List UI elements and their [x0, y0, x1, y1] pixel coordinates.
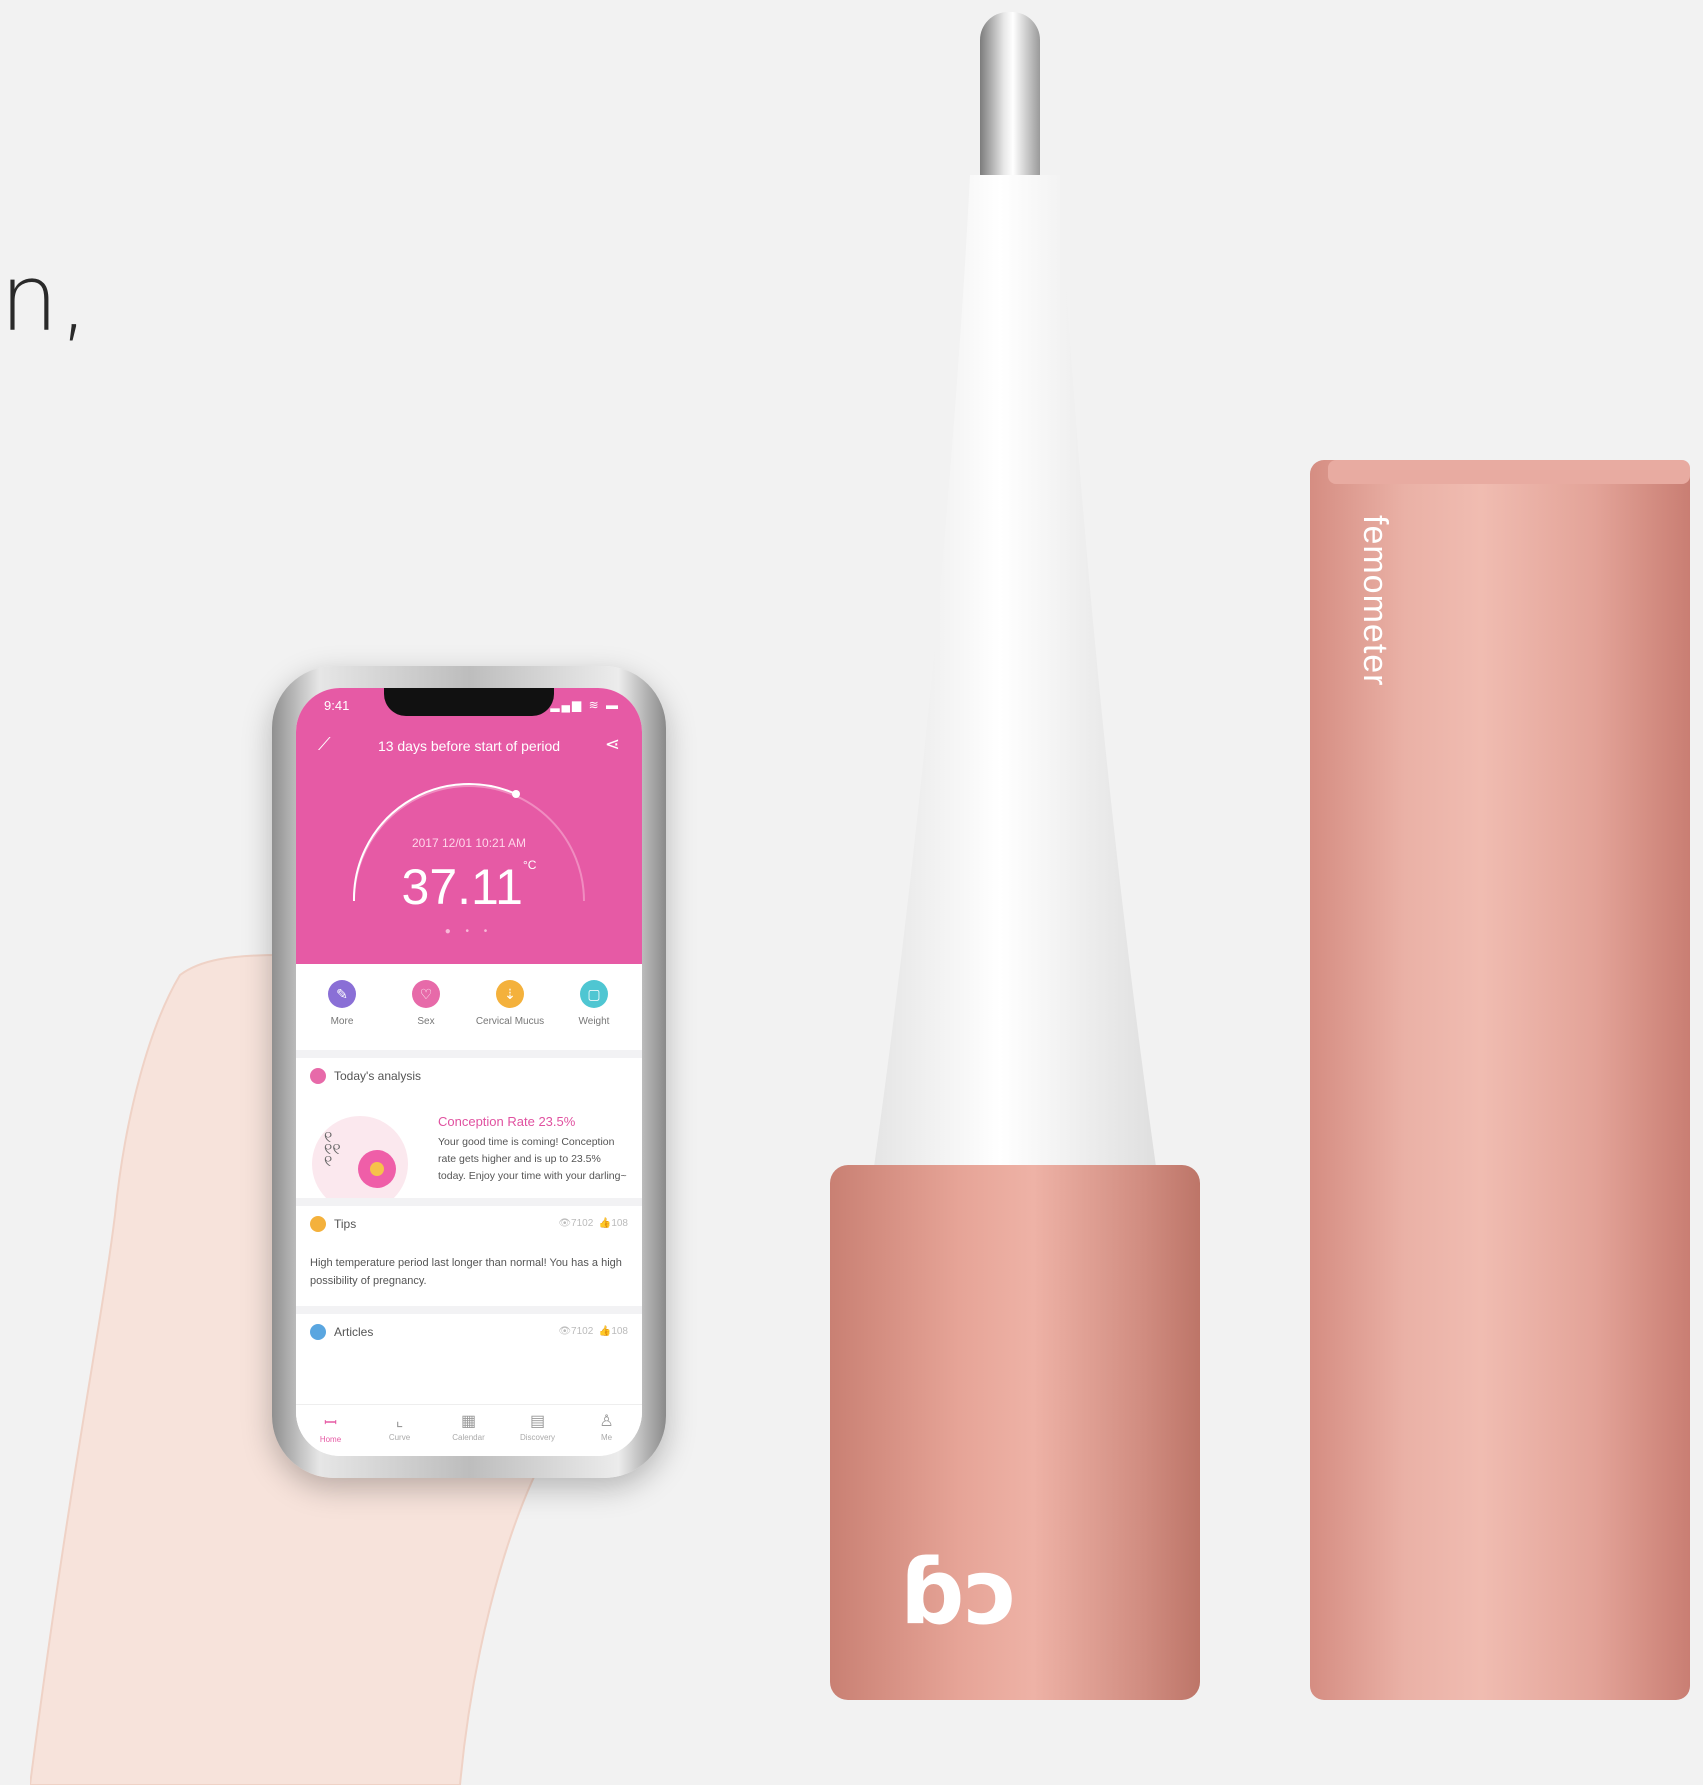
tab-label: Home [319, 1435, 342, 1444]
tips-icon [310, 1216, 326, 1232]
scale-icon: ▢ [580, 980, 608, 1008]
quick-action-label: Sex [417, 1016, 435, 1027]
measurement-datetime: 2017 12/01 10:21 AM [411, 836, 527, 850]
phone-notch [384, 688, 554, 716]
brand-wordmark: femometer [1356, 515, 1394, 687]
thermometer-metal-tip [980, 12, 1040, 182]
articles-heading-text: Articles [334, 1325, 374, 1339]
cropped-text-fragment: n, [0, 245, 90, 352]
quick-actions: ✎ More ♡ Sex ⇣ Cervical Mucus ▢ Weight [296, 964, 642, 1050]
tips-body: High temperature period last longer than… [310, 1257, 622, 1287]
thumb-icon: 👍 [598, 1218, 612, 1229]
status-time: 9:41 [324, 698, 350, 713]
articles-card[interactable]: Articles 👁7102 👍108 [296, 1306, 642, 1412]
note-icon: ✎ [328, 980, 356, 1008]
articles-heading: Articles [310, 1324, 373, 1340]
tips-card[interactable]: Tips 👁7102 👍108 High temperature period … [296, 1198, 642, 1314]
clock-icon [310, 1068, 326, 1084]
chart-icon: ⌞ [395, 1413, 404, 1430]
analysis-heading-text: Today's analysis [334, 1069, 421, 1083]
product-scene: n, 9:41 ▂▄▆ ≋ ▬ ⟋ 13 days before start o… [0, 0, 1703, 1785]
sperm-icon: ୧ ୧୧ ୧ [324, 1129, 341, 1170]
conception-rate-body: Your good time is coming! Conception rat… [438, 1136, 627, 1182]
tab-curve[interactable]: ⌞ Curve [365, 1411, 434, 1442]
tab-me[interactable]: ♙ Me [572, 1411, 641, 1442]
femometer-logo: ɓɔ [900, 1540, 1018, 1645]
articles-icon [310, 1324, 326, 1340]
quick-action-label: Cervical Mucus [475, 1016, 545, 1027]
calendar-icon: ▦ [460, 1413, 477, 1430]
tips-heading-text: Tips [334, 1217, 357, 1231]
tips-views: 7102 [571, 1218, 594, 1229]
articles-views: 7102 [571, 1326, 594, 1337]
quick-action-cervical-mucus[interactable]: ⇣ Cervical Mucus [470, 980, 550, 1027]
case-top-edge [1328, 460, 1690, 484]
eye-icon: 👁 [558, 1218, 572, 1229]
articles-stats: 👁7102 👍108 [558, 1326, 628, 1337]
tab-calendar[interactable]: ▦ Calendar [434, 1411, 503, 1442]
page-indicator-dots: ● • • [444, 926, 494, 937]
heart-icon: ♡ [412, 980, 440, 1008]
thermometer-white-body [870, 175, 1160, 1195]
share-icon[interactable]: ⋖ [605, 734, 620, 755]
drop-icon: ⇣ [496, 980, 524, 1008]
quick-action-label: More [330, 1016, 354, 1027]
thumb-icon: 👍 [598, 1326, 612, 1337]
temperature-reading: 37.11°C [296, 858, 642, 916]
tab-discovery[interactable]: ▤ Discovery [503, 1411, 572, 1442]
quick-action-sex[interactable]: ♡ Sex [386, 980, 466, 1027]
egg-icon [358, 1150, 396, 1188]
tab-home[interactable]: ꟷ Home [296, 1411, 365, 1444]
conception-rate-title: Conception Rate 23.5% [438, 1114, 576, 1129]
smartphone: 9:41 ▂▄▆ ≋ ▬ ⟋ 13 days before start of p… [272, 666, 666, 1478]
bottom-tab-bar: ꟷ Home ⌞ Curve ▦ Calendar ▤ Discovery ♙ [296, 1404, 642, 1456]
home-icon: ꟷ [323, 1415, 338, 1432]
analysis-heading: Today's analysis [310, 1068, 421, 1084]
user-icon: ♙ [599, 1413, 614, 1430]
articles-likes: 108 [611, 1326, 628, 1337]
tab-label: Curve [388, 1433, 411, 1442]
quick-action-more[interactable]: ✎ More [302, 980, 382, 1027]
temperature-header: 9:41 ▂▄▆ ≋ ▬ ⟋ 13 days before start of p… [296, 688, 642, 964]
analysis-card[interactable]: Today's analysis ୧ ୧୧ ୧ Conception Rate 23… [296, 1050, 642, 1212]
temperature-value: 37.11 [401, 859, 523, 915]
quick-action-label: Weight [578, 1016, 610, 1027]
tips-heading: Tips [310, 1216, 356, 1232]
cycle-status-title: 13 days before start of period [377, 738, 561, 754]
discovery-icon: ▤ [529, 1413, 546, 1430]
tips-stats: 👁7102 👍108 [558, 1218, 628, 1229]
tab-label: Calendar [452, 1433, 485, 1442]
tips-likes: 108 [611, 1218, 628, 1229]
temperature-unit: °C [522, 858, 537, 872]
eye-icon: 👁 [558, 1326, 572, 1337]
quick-action-weight[interactable]: ▢ Weight [554, 980, 634, 1027]
app-screen: 9:41 ▂▄▆ ≋ ▬ ⟋ 13 days before start of p… [296, 688, 642, 1456]
status-icons: ▂▄▆ ≋ ▬ [550, 698, 620, 712]
tab-label: Me [600, 1433, 613, 1442]
tab-label: Discovery [519, 1433, 556, 1442]
